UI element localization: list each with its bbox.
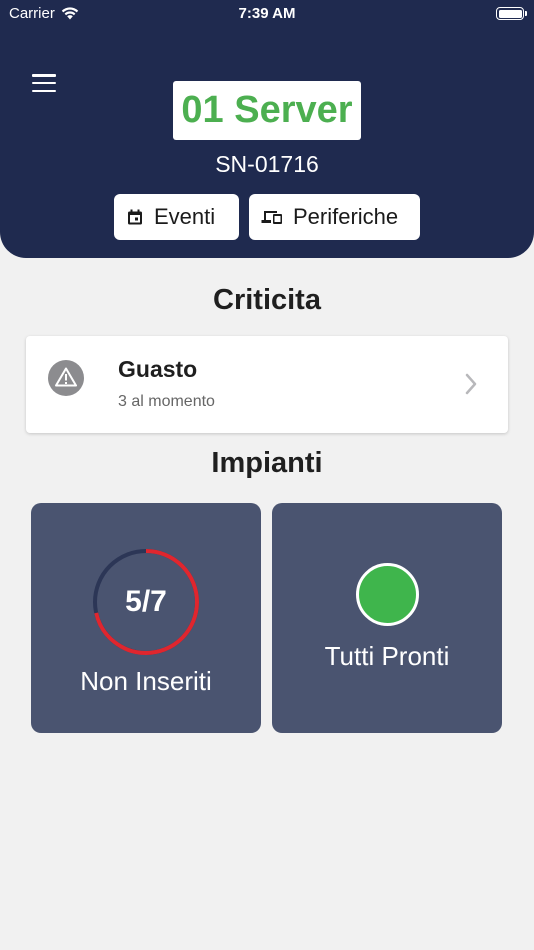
tutti-pronti-tile[interactable]: Tutti Pronti (272, 503, 502, 733)
tutti-pronti-label: Tutti Pronti (324, 641, 450, 671)
status-time: 7:39 AM (238, 5, 296, 22)
menu-icon-line (32, 89, 56, 92)
menu-button[interactable] (30, 72, 58, 94)
status-bar: Carrier 7:39 AM (0, 0, 534, 28)
devices-icon (261, 211, 282, 224)
impianti-heading: Impianti (211, 447, 323, 479)
chevron-right-icon (465, 373, 477, 395)
calendar-icon (128, 209, 142, 225)
device-serial: SN-01716 (215, 151, 319, 177)
status-ok-indicator (356, 563, 419, 626)
battery-icon (496, 7, 527, 20)
criticita-heading: Criticita (213, 284, 321, 316)
warning-icon (48, 360, 84, 396)
periferiche-label: Periferiche (293, 204, 399, 229)
eventi-label: Eventi (154, 204, 216, 229)
guasto-title: Guasto (118, 356, 198, 382)
guasto-card[interactable] (26, 336, 508, 433)
eventi-button[interactable]: Eventi (114, 194, 239, 240)
non-inseriti-label: Non Inseriti (80, 666, 212, 696)
non-inseriti-tile[interactable]: 5/7 Non Inseriti (31, 503, 261, 733)
menu-icon-line (32, 81, 56, 85)
ring-value: 5/7 (125, 585, 167, 618)
device-title: 01 Server (173, 81, 361, 140)
guasto-subtitle: 3 al momento (118, 393, 215, 410)
menu-icon-line (32, 74, 56, 77)
periferiche-button[interactable]: Periferiche (249, 194, 420, 240)
